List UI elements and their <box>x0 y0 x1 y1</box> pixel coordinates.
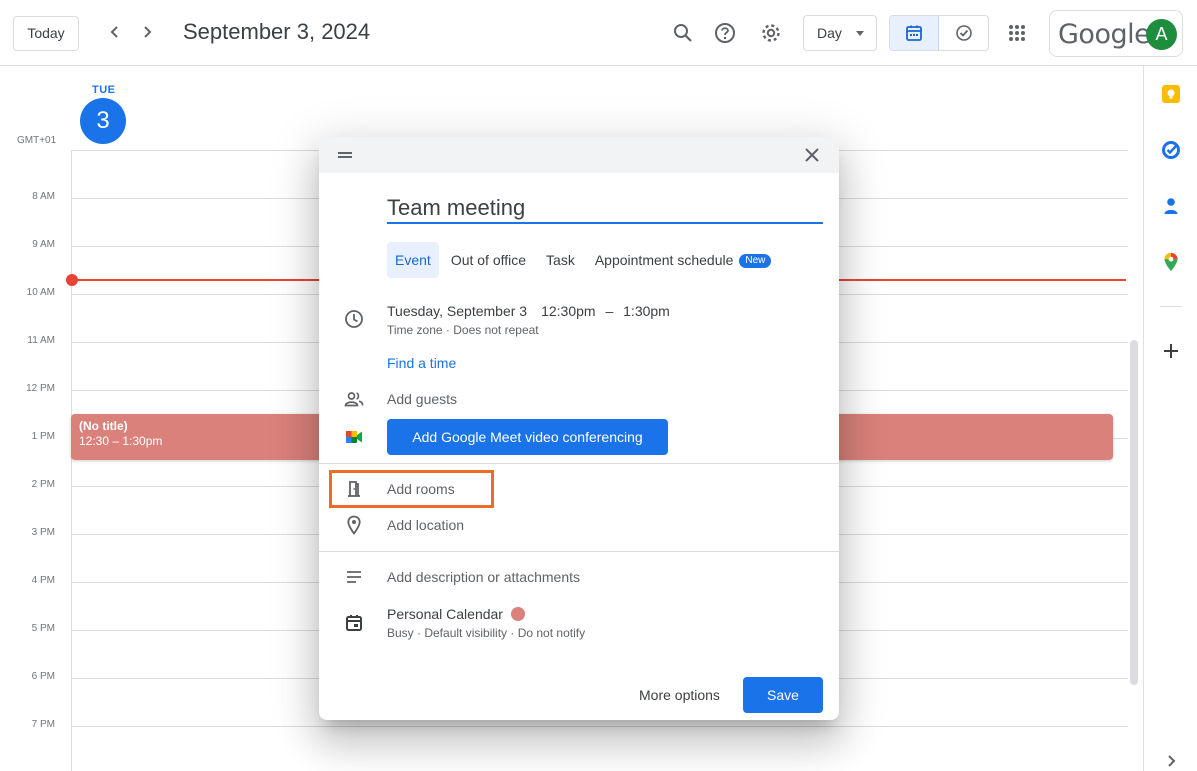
calendar-mode-button[interactable] <box>890 16 940 50</box>
calendar-icon <box>906 25 922 41</box>
add-meet-button[interactable]: Add Google Meet video conferencing <box>387 419 668 455</box>
hour-line <box>71 726 1128 727</box>
previous-day-button[interactable] <box>103 20 127 44</box>
time-subtext[interactable]: Time zone · Does not repeat <box>387 323 539 337</box>
tab-appointment-schedule-label: Appointment schedule <box>594 252 734 268</box>
hour-label: 5 PM <box>31 623 55 634</box>
description-icon <box>343 566 365 588</box>
tasks-mode-button[interactable] <box>939 16 988 50</box>
current-time-dot <box>66 274 78 286</box>
timezone-label: GMT+01 <box>17 135 57 146</box>
view-dropdown-label: Day <box>817 25 842 41</box>
chevron-right-icon <box>144 26 152 38</box>
grid-scrollbar[interactable] <box>1130 340 1138 685</box>
apps-grid-icon <box>1009 25 1025 41</box>
event-date[interactable]: Tuesday, September 3 <box>387 303 527 319</box>
get-addons-button[interactable] <box>1159 339 1183 363</box>
avatar[interactable]: A <box>1146 19 1177 50</box>
hour-label: 2 PM <box>31 479 55 490</box>
help-button[interactable] <box>710 18 740 48</box>
hour-label: 7 PM <box>31 719 55 730</box>
add-description-field[interactable]: Add description or attachments <box>387 569 580 585</box>
side-panel <box>1143 66 1197 771</box>
today-button[interactable]: Today <box>13 16 79 51</box>
tasks-icon <box>1162 141 1180 159</box>
calendar-selector[interactable]: Personal Calendar <box>387 606 525 622</box>
event-start-time[interactable]: 12:30pm <box>541 303 595 319</box>
more-options-button[interactable]: More options <box>633 677 726 713</box>
highlight-annotation <box>329 470 494 508</box>
maps-pin-icon <box>1164 253 1178 271</box>
clock-icon <box>343 308 365 330</box>
date-title: September 3, 2024 <box>183 19 371 44</box>
side-separator <box>1160 306 1182 307</box>
calendar-color-dot[interactable] <box>510 607 525 621</box>
event-end-time[interactable]: 1:30pm <box>623 303 670 319</box>
drag-handle-icon[interactable] <box>338 152 352 158</box>
hour-label: 10 AM <box>26 287 55 298</box>
tab-out-of-office[interactable]: Out of office <box>443 242 534 278</box>
caret-down-icon <box>856 31 864 36</box>
tab-appointment-schedule[interactable]: Appointment schedule New <box>587 242 780 278</box>
contacts-button[interactable] <box>1159 194 1183 218</box>
tab-task[interactable]: Task <box>538 242 583 278</box>
calendar-event-icon <box>343 612 365 634</box>
tasks-button[interactable] <box>1159 138 1183 162</box>
event-title-input[interactable]: Team meeting <box>387 195 823 224</box>
next-day-button[interactable] <box>135 20 159 44</box>
hour-label: 4 PM <box>31 575 55 586</box>
chevron-right-icon <box>1168 755 1176 767</box>
divider <box>319 551 839 552</box>
add-guests-field[interactable]: Add guests <box>387 391 457 407</box>
task-check-icon <box>955 25 972 41</box>
account-switcher[interactable]: Google A <box>1049 10 1183 57</box>
time-dash: – <box>605 303 614 319</box>
apps-button[interactable] <box>1002 18 1032 48</box>
event-quick-create-dialog: Team meeting Event Out of office Task Ap… <box>319 137 839 720</box>
new-badge: New <box>739 254 772 268</box>
google-meet-icon <box>343 426 365 448</box>
event-datetime[interactable]: Tuesday, September 3 12:30pm – 1:30pm <box>387 303 670 319</box>
event-type-tabs: Event Out of office Task Appointment sch… <box>387 242 783 278</box>
day-of-week: TUE <box>92 84 116 96</box>
guests-icon <box>343 388 365 410</box>
find-a-time-link[interactable]: Find a time <box>387 355 456 371</box>
calendar-subtext[interactable]: Busy · Default visibility · Do not notif… <box>387 626 585 640</box>
top-bar: Today September 3, 2024 Day Google A <box>0 0 1197 66</box>
tab-event[interactable]: Event <box>387 242 439 278</box>
add-location-field[interactable]: Add location <box>387 517 464 533</box>
close-icon <box>805 148 819 162</box>
hour-label: 3 PM <box>31 527 55 538</box>
gear-icon <box>762 24 780 42</box>
calendar-name: Personal Calendar <box>387 606 503 622</box>
maps-button[interactable] <box>1159 250 1183 274</box>
save-button[interactable]: Save <box>743 677 823 713</box>
contacts-icon <box>1164 198 1178 214</box>
search-button[interactable] <box>668 18 698 48</box>
hour-row: 7 PM <box>0 719 1128 771</box>
settings-button[interactable] <box>756 18 786 48</box>
hour-label: 6 PM <box>31 671 55 682</box>
chevron-left-icon <box>110 26 118 38</box>
hour-label: 1 PM <box>31 431 55 442</box>
expand-panel-button[interactable] <box>1159 749 1183 771</box>
dialog-titlebar[interactable] <box>319 137 839 173</box>
plus-icon <box>1164 344 1178 358</box>
day-number[interactable]: 3 <box>80 98 126 144</box>
keep-icon <box>1162 85 1180 103</box>
view-dropdown[interactable]: Day <box>803 15 877 51</box>
hour-label: 11 AM <box>27 335 55 346</box>
keep-button[interactable] <box>1159 82 1183 106</box>
calendar-tasks-toggle <box>889 15 989 51</box>
hour-label: 9 AM <box>32 239 55 250</box>
hour-label: 8 AM <box>32 191 55 202</box>
hour-label: 12 PM <box>26 383 55 394</box>
location-pin-icon <box>343 514 365 536</box>
help-icon <box>715 23 735 43</box>
close-button[interactable] <box>802 145 822 165</box>
google-logo: Google <box>1058 19 1151 50</box>
search-icon <box>674 24 692 42</box>
divider <box>319 463 839 464</box>
